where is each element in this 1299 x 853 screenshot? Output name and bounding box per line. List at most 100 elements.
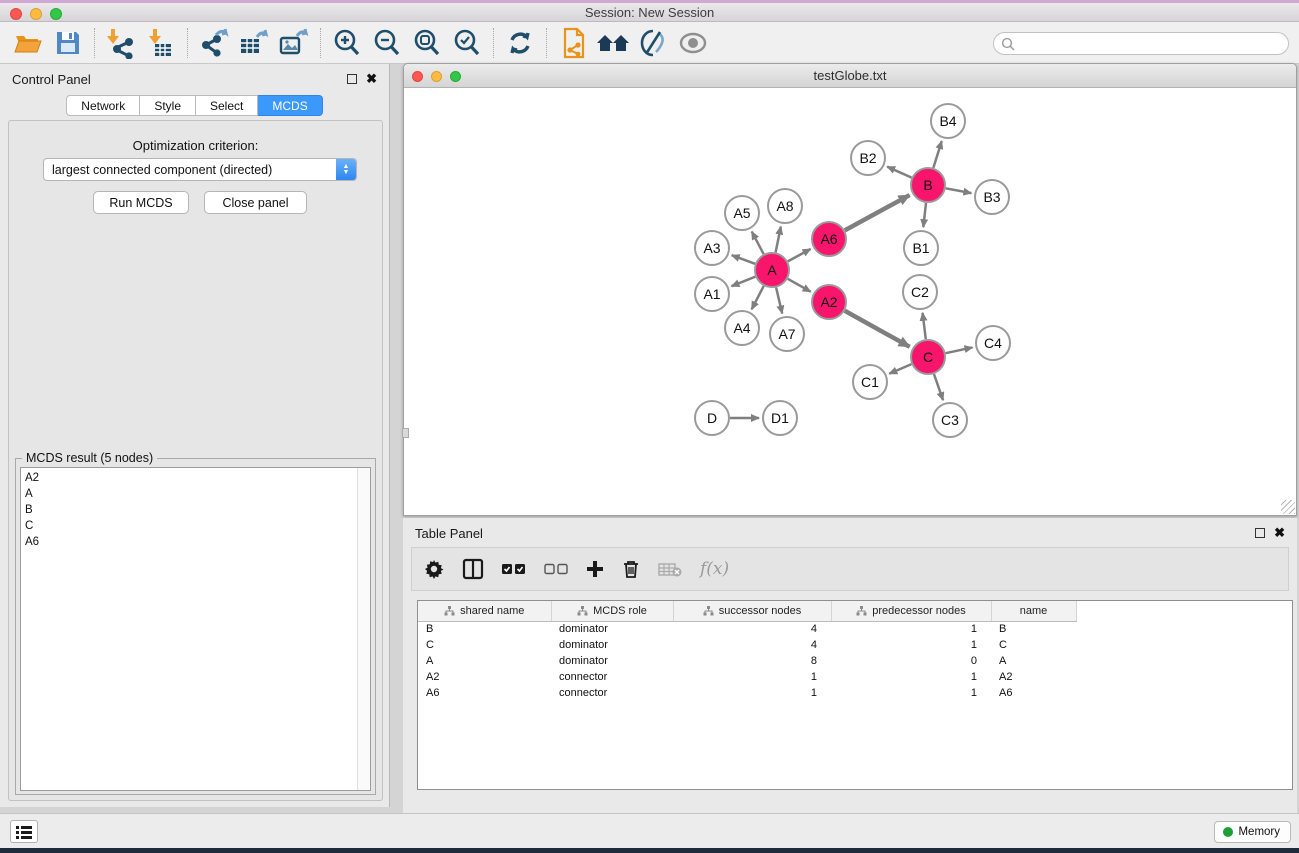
- graph-edge-A2-C[interactable]: [845, 311, 910, 347]
- tab-mcds[interactable]: MCDS: [258, 95, 322, 116]
- graph-edge-A-A4[interactable]: [752, 286, 764, 309]
- show-hide-button[interactable]: [673, 25, 713, 61]
- graph-edge-C-C4[interactable]: [946, 347, 973, 353]
- list-item[interactable]: A6: [21, 534, 357, 550]
- table-row[interactable]: A2 connector 1 1 A2: [418, 669, 1076, 685]
- cell-successor-nodes[interactable]: 4: [673, 621, 831, 637]
- zoom-out-button[interactable]: [367, 25, 407, 61]
- run-mcds-button[interactable]: Run MCDS: [93, 191, 189, 214]
- zoom-window-button[interactable]: [50, 8, 62, 20]
- cell-shared-name[interactable]: C: [418, 637, 551, 653]
- cell-predecessor-nodes[interactable]: 1: [831, 621, 991, 637]
- graph-node-B2[interactable]: B2: [851, 141, 885, 175]
- task-history-button[interactable]: [10, 820, 38, 843]
- function-builder-button[interactable]: f(x): [700, 559, 729, 579]
- graph-node-A5[interactable]: A5: [725, 196, 759, 230]
- column-header-name[interactable]: name: [991, 601, 1076, 621]
- cell-mcds-role[interactable]: dominator: [551, 637, 673, 653]
- graph-node-D1[interactable]: D1: [763, 401, 797, 435]
- table-settings-button[interactable]: [424, 559, 444, 579]
- table-row[interactable]: A dominator 8 0 A: [418, 653, 1076, 669]
- graph-edge-C-C2[interactable]: [923, 313, 926, 339]
- cell-shared-name[interactable]: A6: [418, 685, 551, 701]
- cell-shared-name[interactable]: A2: [418, 669, 551, 685]
- graph-edge-B-B2[interactable]: [887, 167, 911, 178]
- cell-name[interactable]: C: [991, 637, 1076, 653]
- graph-edge-A-A3[interactable]: [732, 255, 755, 264]
- cell-name[interactable]: A6: [991, 685, 1076, 701]
- delete-table-button[interactable]: [658, 561, 682, 577]
- minimize-network-button[interactable]: [431, 71, 442, 82]
- search-field[interactable]: [993, 32, 1289, 55]
- list-scrollbar[interactable]: [357, 468, 370, 790]
- graph-edge-A-A5[interactable]: [752, 232, 764, 254]
- tab-select[interactable]: Select: [196, 95, 258, 116]
- memory-button[interactable]: Memory: [1214, 821, 1291, 843]
- cell-predecessor-nodes[interactable]: 1: [831, 669, 991, 685]
- cell-predecessor-nodes[interactable]: 1: [831, 685, 991, 701]
- column-header-predecessor-nodes[interactable]: predecessor nodes: [831, 601, 991, 621]
- refresh-button[interactable]: [500, 25, 540, 61]
- cell-successor-nodes[interactable]: 1: [673, 685, 831, 701]
- graph-edge-A-A1[interactable]: [731, 277, 755, 287]
- graph-node-C1[interactable]: C1: [853, 365, 887, 399]
- graph-node-B1[interactable]: B1: [904, 231, 938, 265]
- graph-node-C2[interactable]: C2: [903, 275, 937, 309]
- graph-edge-C-C1[interactable]: [889, 364, 911, 374]
- network-canvas[interactable]: AA1A2A3A4A5A6A7A8BB1B2B3B4CC1C2C3C4DD1: [404, 88, 1296, 515]
- list-item[interactable]: C: [21, 518, 357, 534]
- network-window-titlebar[interactable]: testGlobe.txt: [404, 64, 1296, 88]
- tab-style[interactable]: Style: [140, 95, 196, 116]
- network-graph[interactable]: AA1A2A3A4A5A6A7A8BB1B2B3B4CC1C2C3C4DD1: [404, 88, 1296, 515]
- delete-column-button[interactable]: [622, 559, 640, 579]
- graph-edge-C-C3[interactable]: [934, 374, 943, 400]
- zoom-fit-button[interactable]: [407, 25, 447, 61]
- close-window-button[interactable]: [10, 8, 22, 20]
- graph-node-A1[interactable]: A1: [695, 277, 729, 311]
- graph-edge-B-B3[interactable]: [946, 188, 972, 193]
- graph-node-A6[interactable]: A6: [812, 222, 846, 256]
- network-from-file-button[interactable]: [553, 25, 593, 61]
- cell-predecessor-nodes[interactable]: 1: [831, 637, 991, 653]
- export-network-button[interactable]: [194, 25, 234, 61]
- table-row[interactable]: B dominator 4 1 B: [418, 621, 1076, 637]
- show-columns-button[interactable]: [462, 558, 484, 580]
- graph-node-B3[interactable]: B3: [975, 180, 1009, 214]
- column-header-successor-nodes[interactable]: successor nodes: [673, 601, 831, 621]
- cell-shared-name[interactable]: A: [418, 653, 551, 669]
- list-item[interactable]: B: [21, 502, 357, 518]
- cell-successor-nodes[interactable]: 8: [673, 653, 831, 669]
- cell-name[interactable]: A: [991, 653, 1076, 669]
- criterion-dropdown[interactable]: largest connected component (directed) ▲…: [43, 158, 357, 181]
- graph-node-A4[interactable]: A4: [725, 311, 759, 345]
- table-row[interactable]: A6 connector 1 1 A6: [418, 685, 1076, 701]
- graph-node-D[interactable]: D: [695, 401, 729, 435]
- graph-node-A8[interactable]: A8: [768, 189, 802, 223]
- save-session-button[interactable]: [48, 25, 88, 61]
- cell-mcds-role[interactable]: dominator: [551, 621, 673, 637]
- export-image-button[interactable]: [274, 25, 314, 61]
- close-network-button[interactable]: [412, 71, 423, 82]
- graph-node-B4[interactable]: B4: [931, 104, 965, 138]
- list-item[interactable]: A: [21, 486, 357, 502]
- float-panel-icon[interactable]: [1255, 528, 1265, 538]
- graph-node-A7[interactable]: A7: [770, 317, 804, 351]
- zoom-network-button[interactable]: [450, 71, 461, 82]
- cell-name[interactable]: A2: [991, 669, 1076, 685]
- resize-grip[interactable]: [1281, 500, 1295, 514]
- graph-edge-B-B1[interactable]: [923, 203, 926, 227]
- graph-node-A2[interactable]: A2: [812, 285, 846, 319]
- graph-edge-A6-B[interactable]: [845, 195, 910, 230]
- cell-mcds-role[interactable]: connector: [551, 685, 673, 701]
- graph-node-A[interactable]: A: [755, 253, 789, 287]
- float-panel-icon[interactable]: [347, 74, 357, 84]
- deselect-all-button[interactable]: [544, 563, 568, 575]
- graph-node-C4[interactable]: C4: [976, 326, 1010, 360]
- home-button[interactable]: [593, 25, 633, 61]
- cell-predecessor-nodes[interactable]: 0: [831, 653, 991, 669]
- cell-successor-nodes[interactable]: 1: [673, 669, 831, 685]
- graph-edge-A-A7[interactable]: [776, 288, 782, 314]
- graph-edge-A-A8[interactable]: [776, 227, 781, 253]
- close-panel-button[interactable]: Close panel: [204, 191, 307, 214]
- list-item[interactable]: A2: [21, 470, 357, 486]
